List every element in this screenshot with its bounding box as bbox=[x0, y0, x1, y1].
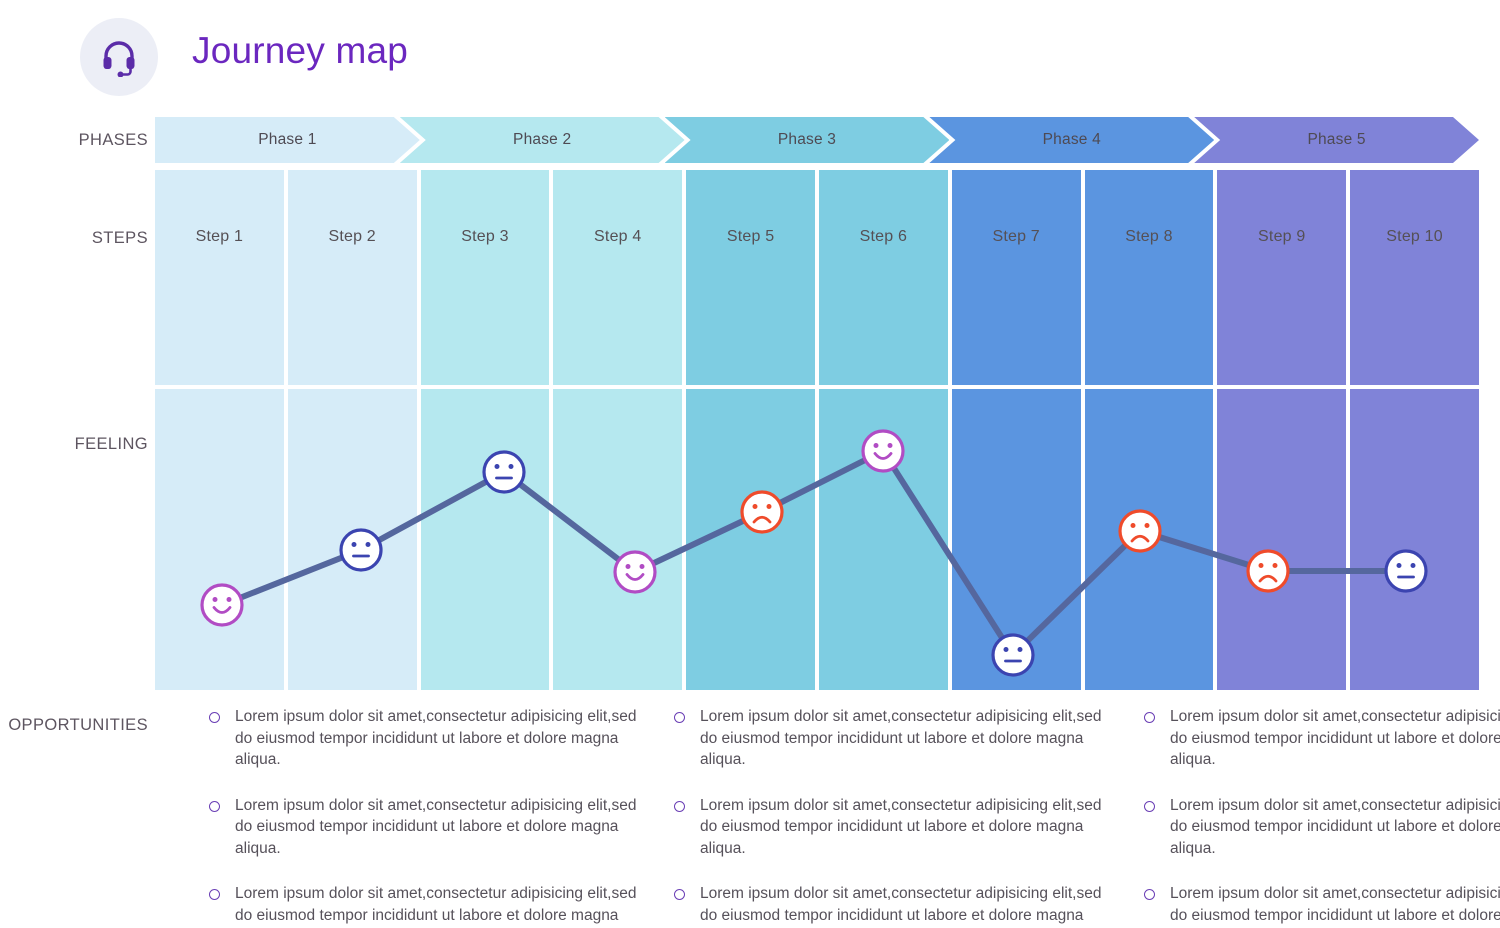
opportunity-text: Lorem ipsum dolor sit amet,consectetur a… bbox=[1170, 796, 1500, 857]
step-column-3[interactable]: Step 3 bbox=[420, 170, 550, 690]
step-column-5[interactable]: Step 5 bbox=[686, 170, 815, 690]
bullet-circle-icon bbox=[674, 889, 685, 900]
step-label: Step 4 bbox=[594, 228, 642, 245]
feeling-cell[interactable] bbox=[553, 389, 683, 690]
phase-label: Phase 2 bbox=[513, 131, 572, 148]
feeling-cell[interactable] bbox=[1217, 389, 1347, 690]
step-cell[interactable]: Step 2 bbox=[287, 170, 417, 385]
step-cell[interactable]: Step 4 bbox=[553, 170, 683, 385]
phase-label: Phase 4 bbox=[1042, 131, 1101, 148]
opportunities-row: Lorem ipsum dolor sit amet,consectetur a… bbox=[155, 706, 1500, 928]
opportunity-text: Lorem ipsum dolor sit amet,consectetur a… bbox=[700, 796, 1102, 857]
step-label: Step 8 bbox=[1125, 228, 1173, 245]
opportunity-item[interactable]: Lorem ipsum dolor sit amet,consectetur a… bbox=[205, 883, 645, 928]
feeling-cell[interactable] bbox=[819, 389, 948, 690]
step-column-10[interactable]: Step 10 bbox=[1350, 170, 1479, 690]
opportunity-text: Lorem ipsum dolor sit amet,consectetur a… bbox=[700, 708, 1102, 768]
step-column-1[interactable]: Step 1 bbox=[155, 170, 284, 690]
step-cell[interactable]: Step 5 bbox=[686, 170, 815, 385]
page-header: Journey map bbox=[0, 0, 1500, 110]
opportunity-item[interactable]: Lorem ipsum dolor sit amet,consectetur a… bbox=[670, 706, 1110, 771]
opportunity-text: Lorem ipsum dolor sit amet,consectetur a… bbox=[235, 708, 637, 768]
step-column-9[interactable]: Step 9 bbox=[1217, 170, 1347, 690]
step-label: Step 9 bbox=[1258, 228, 1306, 245]
step-column-2[interactable]: Step 2 bbox=[287, 170, 417, 690]
opportunity-text: Lorem ipsum dolor sit amet,consectetur a… bbox=[700, 885, 1102, 924]
opportunity-item[interactable]: Lorem ipsum dolor sit amet,consectetur a… bbox=[670, 795, 1110, 860]
step-cell[interactable]: Step 9 bbox=[1217, 170, 1347, 385]
bullet-circle-icon bbox=[209, 889, 220, 900]
step-column-6[interactable]: Step 6 bbox=[819, 170, 948, 690]
bullet-circle-icon bbox=[1144, 712, 1155, 723]
opportunity-text: Lorem ipsum dolor sit amet,consectetur a… bbox=[235, 796, 637, 857]
opportunity-item[interactable]: Lorem ipsum dolor sit amet,consectetur a… bbox=[205, 795, 645, 860]
phase-arrow-4[interactable]: Phase 4 bbox=[929, 117, 1214, 163]
step-cell[interactable]: Step 8 bbox=[1084, 170, 1214, 385]
step-label: Step 7 bbox=[992, 228, 1040, 245]
step-label: Step 2 bbox=[328, 228, 376, 245]
page-title: Journey map bbox=[192, 30, 409, 71]
headset-icon bbox=[80, 18, 158, 96]
phase-label: Phase 3 bbox=[777, 131, 837, 148]
step-column-4[interactable]: Step 4 bbox=[553, 170, 683, 690]
opportunity-item[interactable]: Lorem ipsum dolor sit amet,consectetur a… bbox=[1140, 883, 1500, 928]
opportunity-item[interactable]: Lorem ipsum dolor sit amet,consectetur a… bbox=[670, 883, 1110, 928]
step-cell[interactable]: Step 6 bbox=[819, 170, 948, 385]
journey-map-page: Journey map PHASES STEPS FEELING OPPORTU… bbox=[0, 0, 1500, 928]
opportunity-text: Lorem ipsum dolor sit amet,consectetur a… bbox=[1170, 885, 1500, 924]
phase-arrow-1[interactable]: Phase 1 bbox=[155, 117, 420, 163]
bullet-circle-icon bbox=[674, 800, 685, 812]
opportunities-column-1: Lorem ipsum dolor sit amet,consectetur a… bbox=[205, 706, 645, 928]
opportunity-item[interactable]: Lorem ipsum dolor sit amet,consectetur a… bbox=[205, 706, 645, 771]
bullet-circle-icon bbox=[674, 712, 685, 723]
opportunity-item[interactable]: Lorem ipsum dolor sit amet,consectetur a… bbox=[1140, 795, 1500, 860]
feeling-cell[interactable] bbox=[951, 389, 1081, 690]
bullet-circle-icon bbox=[1144, 889, 1155, 900]
step-label: Step 3 bbox=[461, 228, 509, 245]
bullet-circle-icon bbox=[1144, 800, 1155, 812]
step-cell[interactable]: Step 1 bbox=[155, 170, 284, 385]
step-label: Step 10 bbox=[1386, 228, 1443, 245]
step-label: Step 6 bbox=[859, 228, 908, 245]
phases-row: Phase 1 Phase 2 Phase 3 Phase 4 Phase 5 bbox=[155, 117, 1479, 163]
row-label-steps: STEPS bbox=[91, 229, 148, 247]
feeling-cell[interactable] bbox=[1084, 389, 1214, 690]
journey-grid: Step 1 Step 2 Step 3 Step 4 Step 5 Step 6 Step… bbox=[155, 170, 1479, 690]
phase-arrow-2[interactable]: Phase 2 bbox=[400, 117, 685, 163]
step-column-7[interactable]: Step 7 bbox=[951, 170, 1081, 690]
step-cell[interactable]: Step 3 bbox=[420, 170, 550, 385]
phase-arrow-5[interactable]: Phase 5 bbox=[1194, 117, 1479, 163]
feeling-cell[interactable] bbox=[420, 389, 550, 690]
opportunities-column-3: Lorem ipsum dolor sit amet,consectetur a… bbox=[1140, 706, 1500, 928]
row-label-phases: PHASES bbox=[78, 131, 148, 149]
step-cell[interactable]: Step 10 bbox=[1350, 170, 1479, 385]
bullet-circle-icon bbox=[209, 712, 220, 723]
row-label-feeling: FEELING bbox=[74, 435, 148, 453]
phase-arrow-3[interactable]: Phase 3 bbox=[665, 117, 950, 163]
opportunity-item[interactable]: Lorem ipsum dolor sit amet,consectetur a… bbox=[1140, 706, 1500, 771]
phase-label: Phase 5 bbox=[1307, 131, 1366, 148]
step-cell[interactable]: Step 7 bbox=[951, 170, 1081, 385]
opportunity-text: Lorem ipsum dolor sit amet,consectetur a… bbox=[1170, 708, 1500, 768]
step-label: Step 5 bbox=[726, 228, 775, 245]
bullet-circle-icon bbox=[209, 800, 220, 812]
feeling-cell[interactable] bbox=[1350, 389, 1479, 690]
feeling-cell[interactable] bbox=[686, 389, 815, 690]
opportunities-column-2: Lorem ipsum dolor sit amet,consectetur a… bbox=[670, 706, 1110, 928]
phase-label: Phase 1 bbox=[258, 131, 317, 148]
row-label-opportunities: OPPORTUNITIES bbox=[8, 716, 148, 734]
step-label: Step 1 bbox=[195, 228, 244, 245]
feeling-cell[interactable] bbox=[155, 389, 284, 690]
step-column-8[interactable]: Step 8 bbox=[1084, 170, 1214, 690]
feeling-cell[interactable] bbox=[287, 389, 417, 690]
opportunity-text: Lorem ipsum dolor sit amet,consectetur a… bbox=[235, 885, 637, 924]
